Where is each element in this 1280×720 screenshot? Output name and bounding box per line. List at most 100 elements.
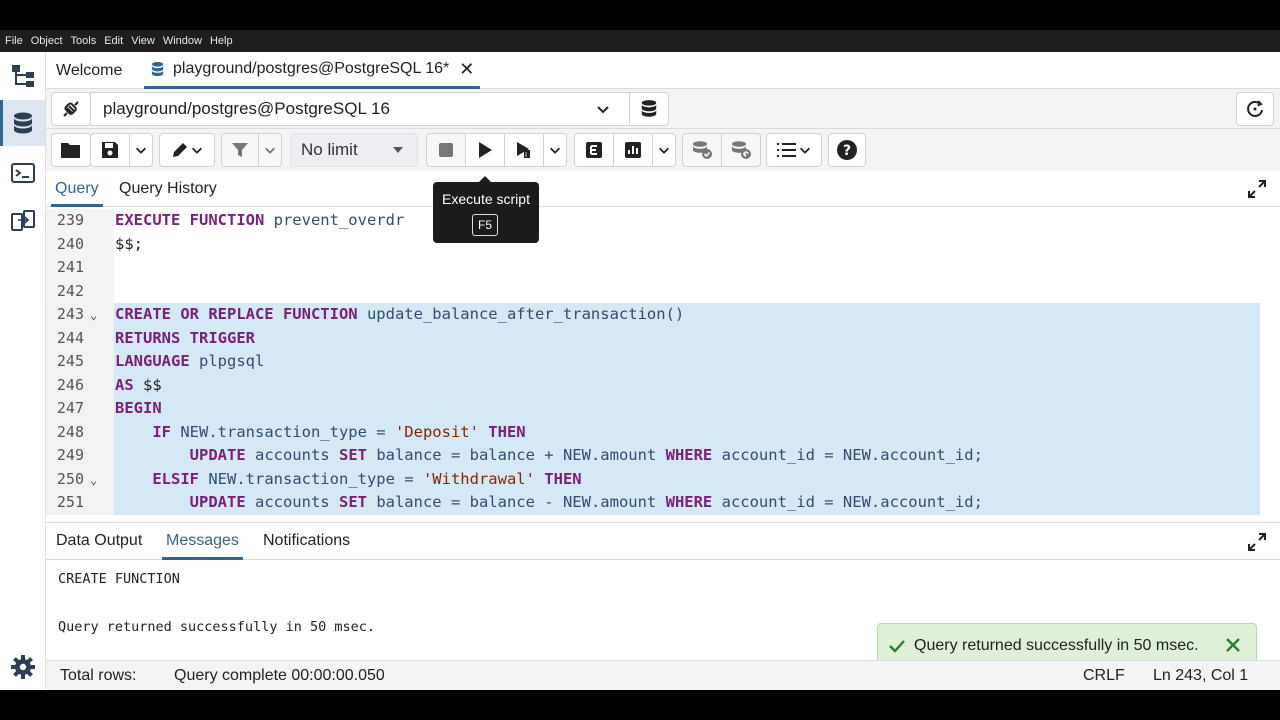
database-icon [151, 61, 164, 76]
chevron-down-icon [659, 147, 669, 154]
left-rail [0, 52, 46, 690]
line-number: 245 [56, 352, 84, 370]
tab-messages[interactable]: Messages [162, 523, 243, 560]
tooltip-shortcut: F5 [472, 214, 498, 236]
settings-button[interactable] [0, 644, 45, 690]
line-gutter: 251 [46, 491, 114, 515]
editor-line[interactable]: 243 ⌄ CREATE OR REPLACE FUNCTION update_ba… [46, 303, 1260, 327]
tab-data-output[interactable]: Data Output [52, 523, 146, 560]
tab-query-label: playground/postgres@PostgreSQL 16* [173, 60, 450, 77]
tab-welcome[interactable]: Welcome [56, 52, 122, 89]
tooltip-title: Execute script [442, 191, 530, 207]
menu-window[interactable]: Window [163, 35, 202, 47]
commit-button[interactable] [682, 133, 722, 167]
editor-line[interactable]: 249 UPDATE accounts SET balance = balanc… [46, 444, 1260, 468]
code-token: RETURNS TRIGGER [115, 328, 255, 347]
line-number: 250 [56, 469, 84, 488]
code-token: balance = balance - NEW.amount [376, 493, 666, 511]
code-token: IF [152, 422, 181, 441]
screen-top-border [0, 0, 1280, 30]
document-tabs: Welcome playground/postgres@PostgreSQL 1… [46, 52, 1280, 89]
execute-explain-button[interactable]: I [504, 133, 544, 167]
editor-line[interactable]: 244 RETURNS TRIGGER [46, 326, 1260, 351]
close-tab-icon[interactable]: ✕ [459, 59, 474, 80]
editor-tabs: Query Query History [46, 171, 1280, 207]
tab-notifications[interactable]: Notifications [259, 523, 354, 560]
plug-icon [63, 101, 79, 117]
edit-menu-button[interactable] [159, 133, 215, 167]
code-token: THEN [478, 422, 526, 441]
editor-line[interactable]: 248 IF NEW.transaction_type = 'Deposit' … [46, 420, 1260, 444]
editor-line[interactable]: 245 LANGUAGE plpgsql [46, 350, 1260, 374]
new-connection-button[interactable] [629, 92, 669, 126]
tab-query-history[interactable]: Query History [115, 171, 221, 207]
code-token: WHERE [665, 493, 722, 511]
menu-view[interactable]: View [131, 35, 155, 47]
fold-chevron-icon[interactable]: ⌄ [90, 304, 97, 328]
line-gutter: 247 [46, 397, 114, 421]
sql-editor[interactable]: 239 EXECUTE FUNCTION prevent_overdr 240 $$;… [46, 208, 1280, 522]
code-token: UPDATE [189, 446, 255, 464]
editor-line[interactable]: 242 [46, 279, 1260, 303]
chevron-down-icon [136, 147, 146, 154]
editor-line[interactable]: 240 $$; [46, 232, 1260, 256]
code-text: UPDATE accounts SET balance = balance - … [115, 491, 983, 515]
menu-object[interactable]: Object [31, 35, 63, 47]
row-limit-select[interactable]: No limit [290, 133, 418, 167]
save-options-dropdown[interactable] [129, 133, 153, 167]
editor-line[interactable]: 251 UPDATE accounts SET balance = balanc… [46, 491, 1260, 515]
line-number: 246 [56, 375, 84, 394]
close-icon[interactable] [1224, 636, 1242, 654]
filter-button[interactable] [221, 133, 259, 167]
play-cursor-icon: I [517, 142, 530, 159]
chevron-down-icon [265, 147, 275, 154]
code-token: $$; [115, 234, 143, 253]
menu-tools[interactable]: Tools [71, 35, 97, 47]
connection-select[interactable]: playground/postgres@PostgreSQL 16 [90, 92, 630, 126]
code-token: accounts [254, 493, 339, 511]
query-tool-button[interactable] [0, 100, 45, 146]
explain-button[interactable] [574, 133, 614, 167]
fold-chevron-icon[interactable]: ⌄ [90, 469, 97, 493]
filter-options-dropdown[interactable] [258, 133, 282, 167]
explain-analyze-button[interactable] [613, 133, 653, 167]
connection-status-button[interactable] [51, 92, 91, 126]
explain-options-dropdown[interactable] [652, 133, 676, 167]
execute-options-dropdown[interactable] [543, 133, 567, 167]
save-file-button[interactable] [90, 133, 130, 167]
schema-diff-button[interactable] [0, 198, 45, 244]
code-token: balance = balance + NEW.amount [376, 446, 666, 464]
stop-button[interactable] [426, 133, 466, 167]
macros-button[interactable] [766, 133, 822, 167]
tab-query-tool[interactable]: playground/postgres@PostgreSQL 16* ✕ [144, 52, 481, 89]
checkmark-icon [889, 640, 905, 653]
database-icon [641, 100, 657, 117]
editor-line[interactable]: 241 [46, 256, 1260, 280]
menu-file[interactable]: File [5, 35, 23, 47]
tab-query[interactable]: Query [51, 171, 103, 207]
screen-bottom-border [0, 690, 1280, 720]
code-token: SET [338, 446, 377, 464]
code-token: UPDATE [189, 493, 255, 511]
query-toolbar: No limit I ? [46, 129, 1280, 171]
rollback-button[interactable] [721, 133, 761, 167]
save-icon [102, 142, 118, 158]
line-number: 243 [56, 305, 84, 323]
maximize-icon[interactable] [1248, 533, 1266, 551]
editor-line[interactable]: 246 AS $$ [46, 373, 1260, 397]
object-explorer-button[interactable] [0, 52, 45, 98]
code-text: RETURNS TRIGGER [115, 327, 255, 351]
menu-edit[interactable]: Edit [104, 35, 123, 47]
psql-tool-button[interactable] [0, 150, 45, 196]
menu-help[interactable]: Help [210, 35, 233, 47]
editor-line[interactable]: 247 BEGIN [46, 397, 1260, 421]
help-button[interactable]: ? [828, 133, 866, 167]
editor-line[interactable]: 239 EXECUTE FUNCTION prevent_overdr [46, 209, 1260, 233]
execute-script-button[interactable] [465, 133, 505, 167]
maximize-icon[interactable] [1248, 180, 1266, 198]
open-file-button[interactable] [51, 133, 91, 167]
editor-line[interactable]: 250 ⌄ ELSIF NEW.transaction_type = 'Withd… [46, 467, 1260, 493]
reset-layout-button[interactable] [1236, 92, 1274, 126]
